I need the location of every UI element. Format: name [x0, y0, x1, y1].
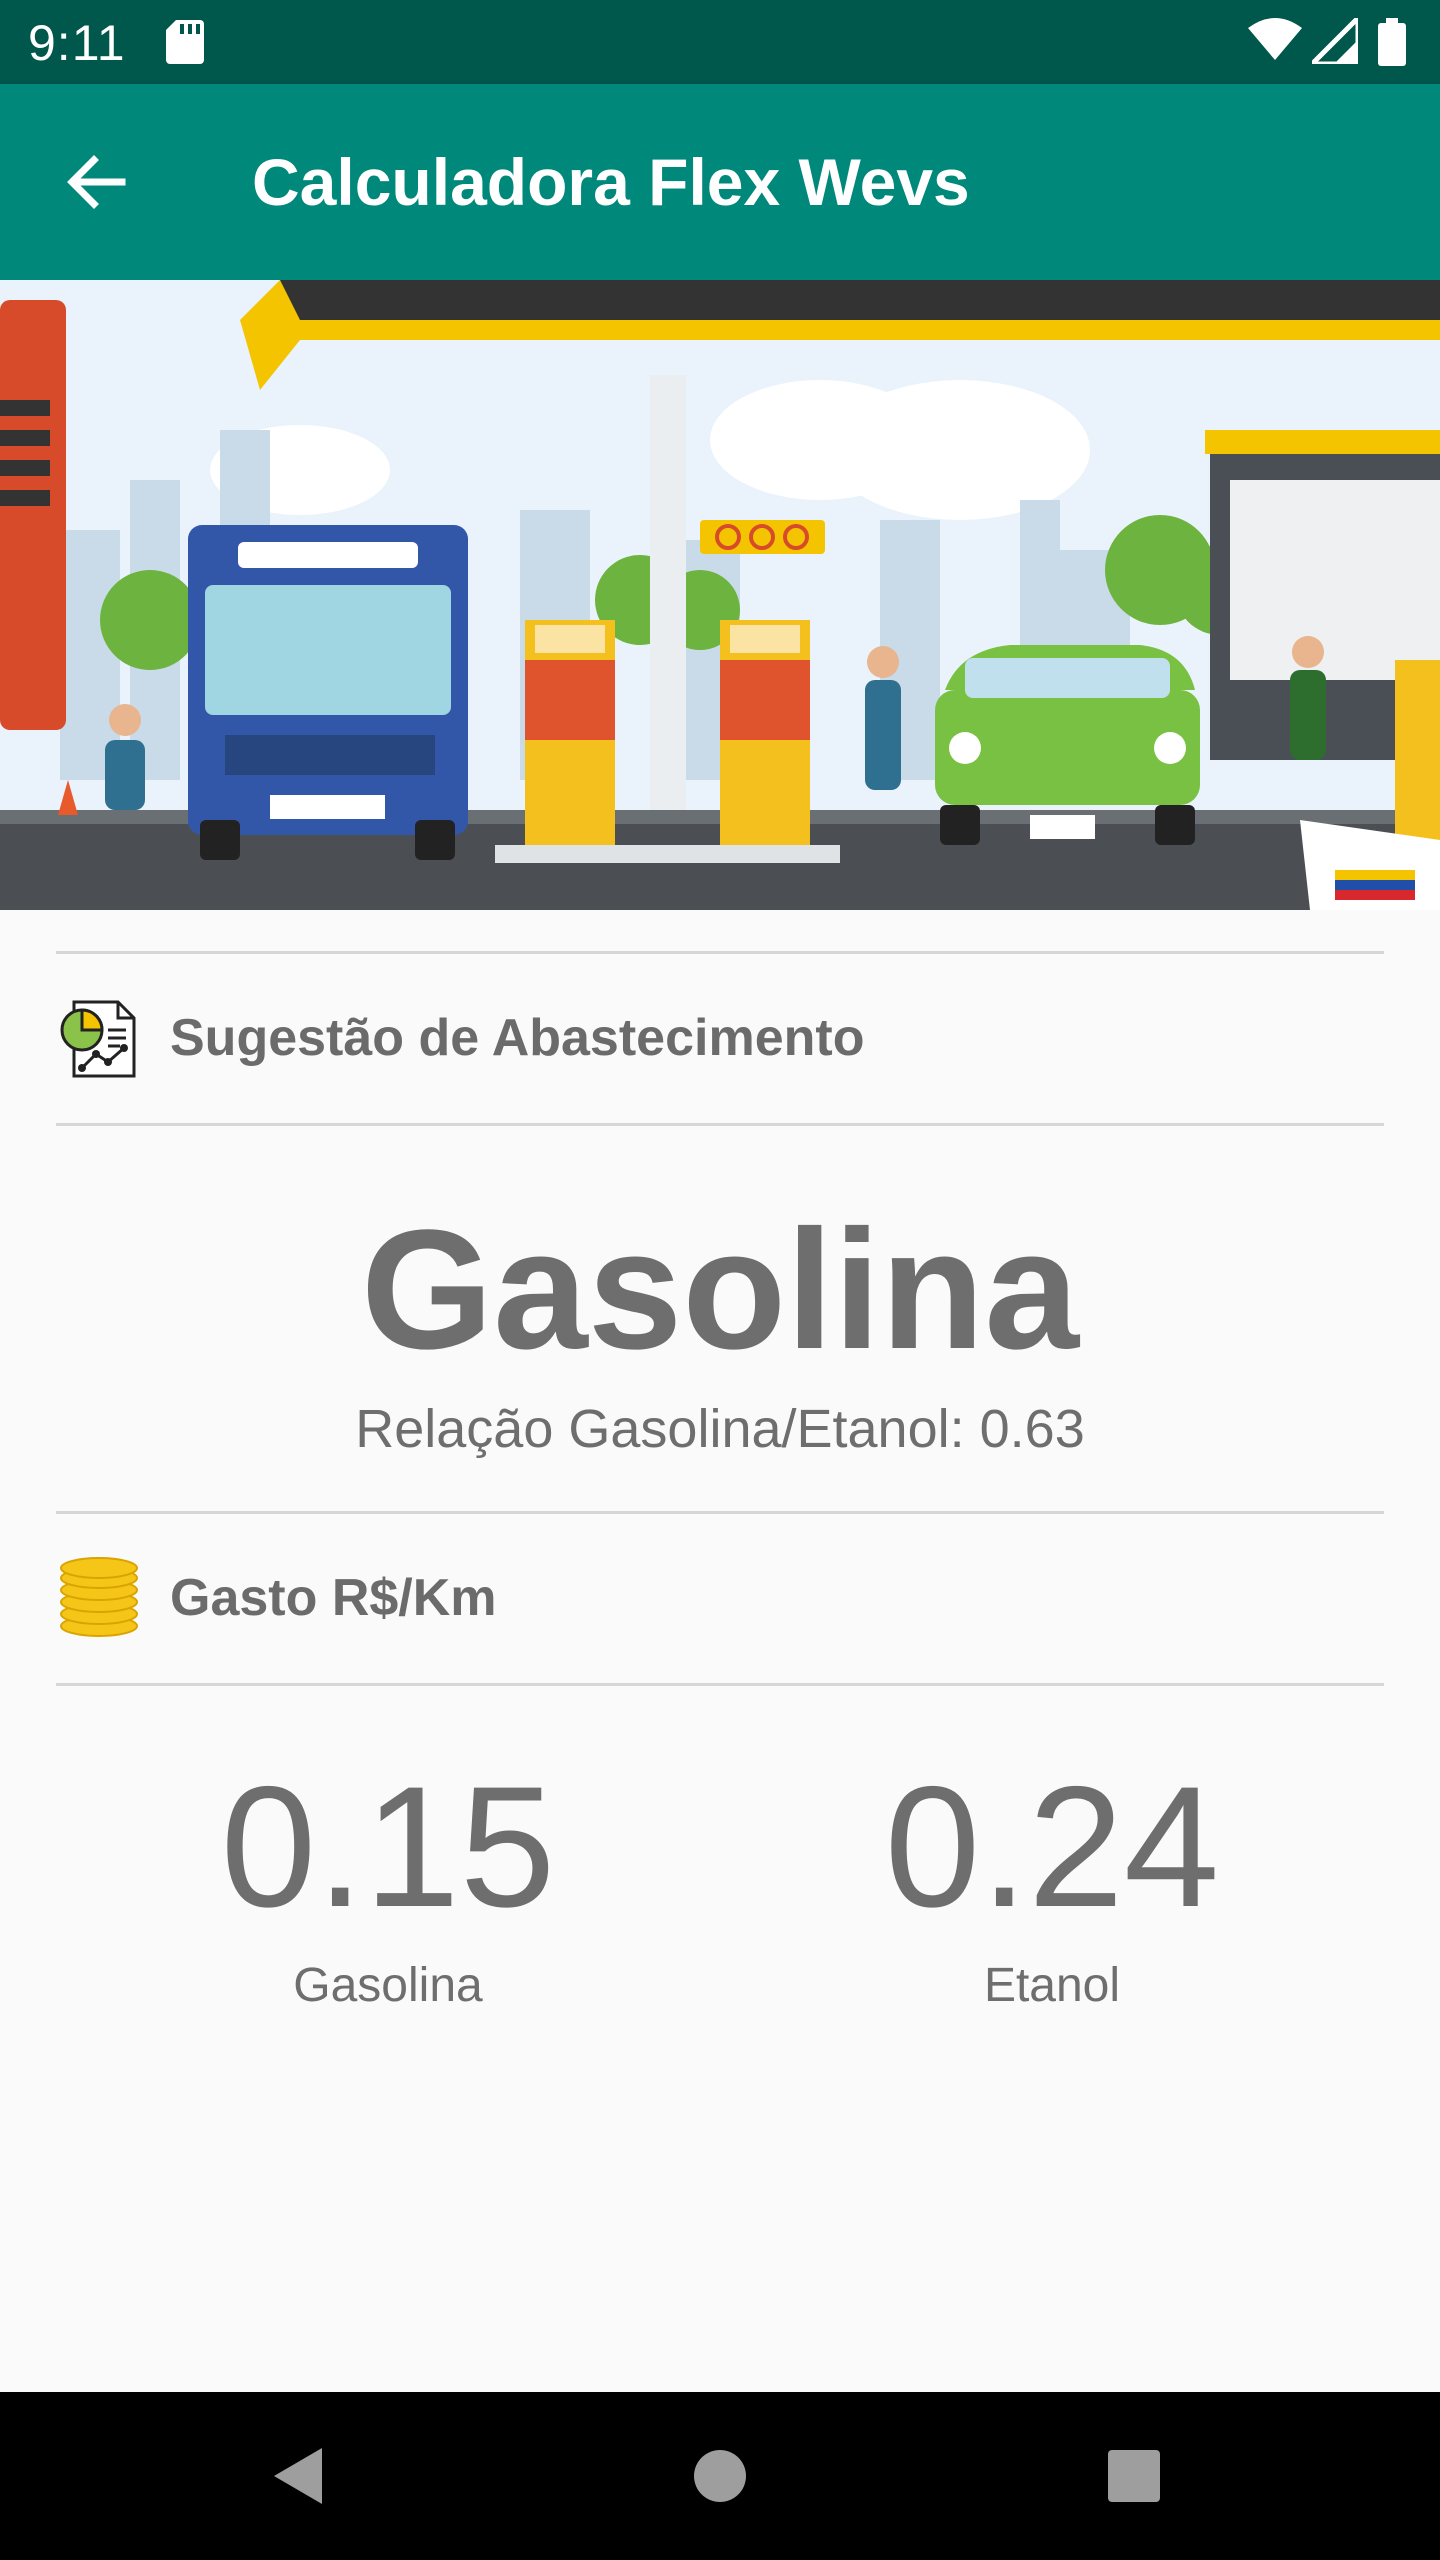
divider-top	[56, 951, 1384, 954]
gasolina-cost-value: 0.15	[220, 1751, 556, 1943]
status-bar: 9:11	[0, 0, 1440, 84]
divider-cost	[56, 1511, 1384, 1514]
arrow-back-icon[interactable]	[60, 146, 132, 218]
divider-suggestion	[56, 1123, 1384, 1126]
coins-icon	[60, 1557, 138, 1637]
home-circle-icon[interactable]	[680, 2436, 760, 2516]
etanol-cost: 0.24 Etanol	[752, 1752, 1352, 2013]
wifi-icon	[1248, 18, 1302, 60]
gas-station-illustration	[0, 280, 1440, 910]
cell-signal-icon	[1312, 18, 1358, 64]
sd-card-icon	[166, 20, 204, 64]
toolbar-title: Calculadora Flex Wevs	[252, 145, 970, 219]
divider-cost-bottom	[56, 1683, 1384, 1686]
etanol-cost-value: 0.24	[884, 1751, 1220, 1943]
recents-square-icon[interactable]	[1094, 2436, 1174, 2516]
etanol-cost-label: Etanol	[983, 1959, 1121, 2012]
status-icons	[1248, 18, 1418, 66]
gasolina-cost-label: Gasolina	[293, 1959, 483, 2012]
report-chart-icon	[60, 1000, 136, 1078]
battery-icon	[1378, 18, 1406, 66]
back-triangle-icon[interactable]	[260, 2436, 340, 2516]
gasolina-cost: 0.15 Gasolina	[88, 1752, 688, 2013]
suggestion-title: Sugestão de Abastecimento	[170, 1009, 865, 1067]
app-toolbar: Calculadora Flex Wevs	[0, 84, 1440, 280]
cost-title: Gasto R$/Km	[170, 1569, 497, 1627]
status-time: 9:11	[28, 15, 126, 71]
system-nav-bar	[0, 2392, 1440, 2560]
suggested-fuel: Gasolina	[360, 1195, 1080, 1385]
fuel-ratio: Relação Gasolina/Etanol: 0.63	[355, 1399, 1085, 1459]
